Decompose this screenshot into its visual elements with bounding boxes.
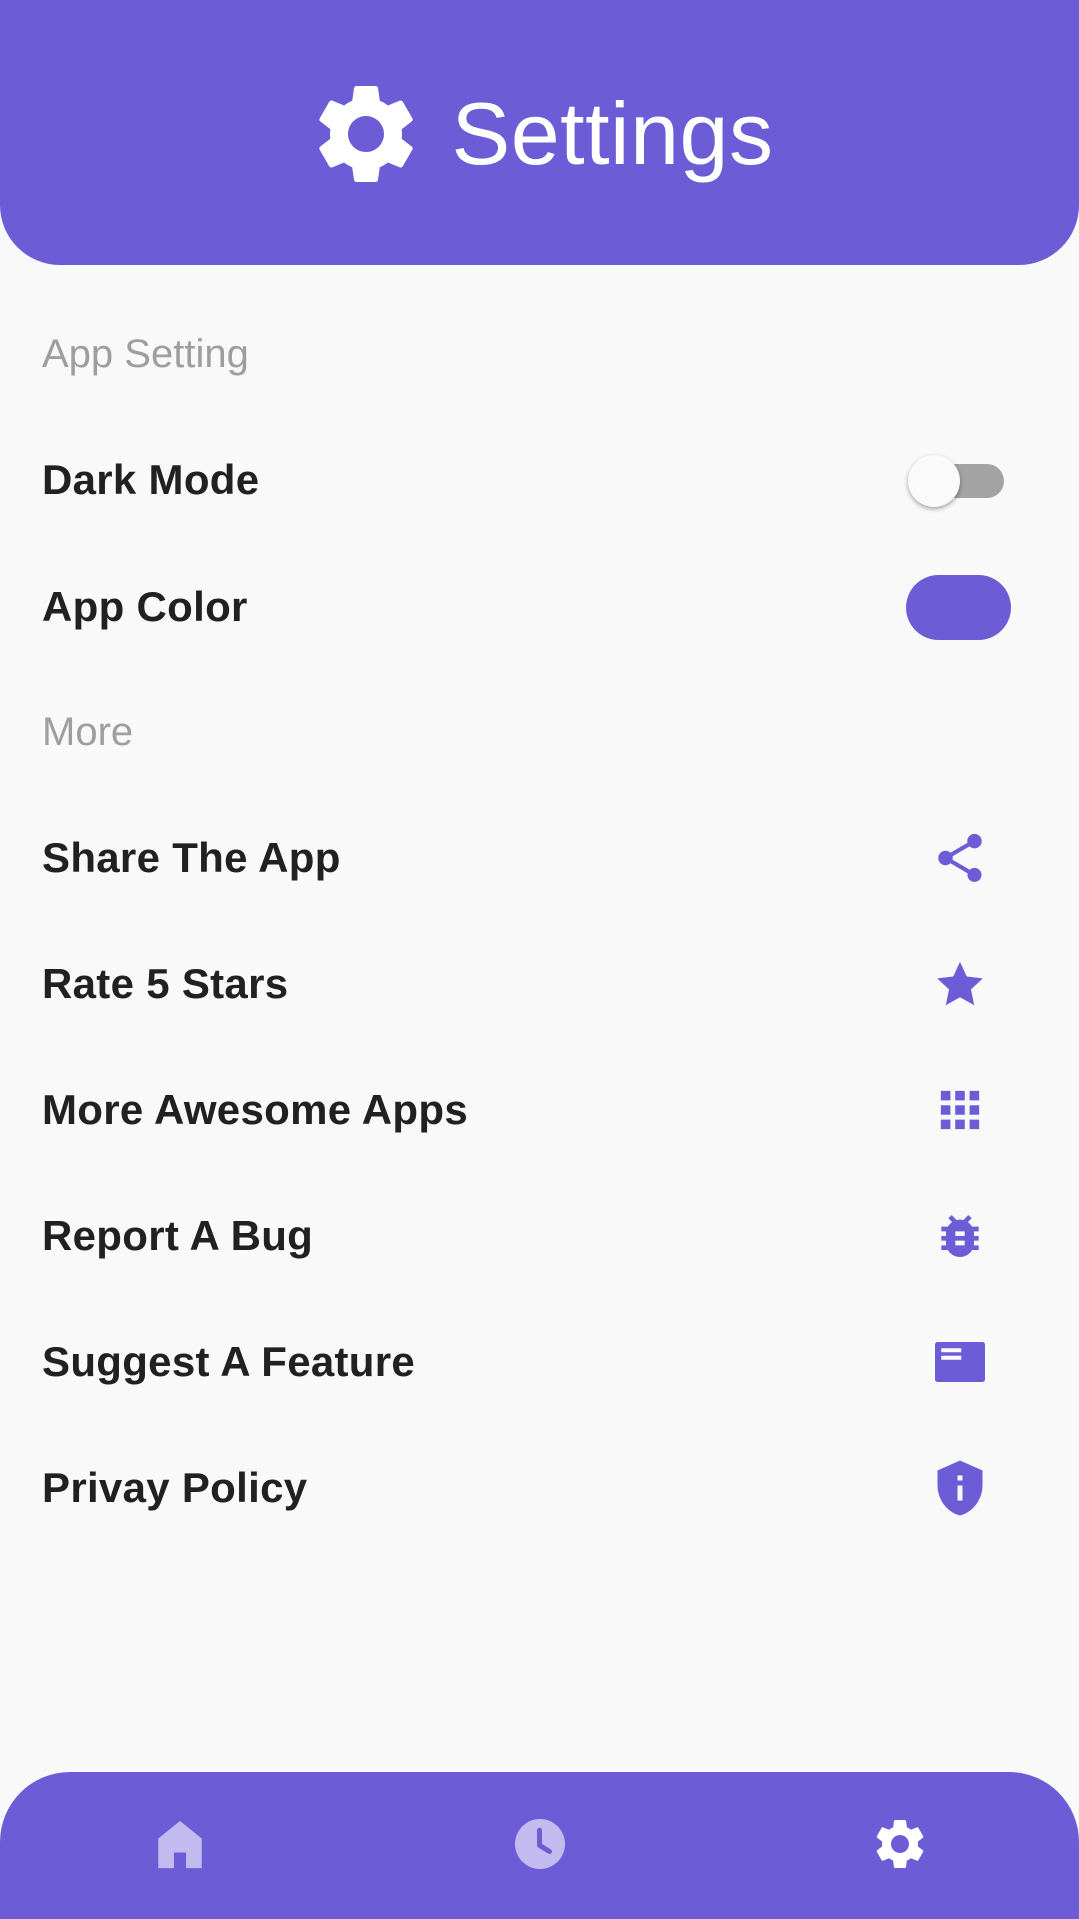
app-color-swatch[interactable] bbox=[906, 575, 1011, 640]
nav-history-button[interactable] bbox=[508, 1812, 572, 1876]
nav-home-button[interactable] bbox=[148, 1812, 212, 1876]
suggest-feature-label: Suggest A Feature bbox=[42, 1338, 416, 1385]
gear-icon bbox=[876, 1820, 924, 1868]
privacy-shield-icon bbox=[930, 1458, 990, 1518]
share-app-row[interactable]: Share The App bbox=[0, 803, 1079, 913]
privacy-policy-label: Privay Policy bbox=[42, 1464, 308, 1511]
feature-card-icon bbox=[930, 1332, 990, 1392]
privacy-policy-row[interactable]: Privay Policy bbox=[0, 1433, 1079, 1543]
suggest-feature-row[interactable]: Suggest A Feature bbox=[0, 1307, 1079, 1417]
nav-settings-button[interactable] bbox=[868, 1812, 932, 1876]
clock-icon bbox=[515, 1819, 565, 1869]
dark-mode-toggle[interactable] bbox=[908, 455, 1004, 507]
more-apps-row[interactable]: More Awesome Apps bbox=[0, 1055, 1079, 1165]
page-title: Settings bbox=[451, 83, 774, 183]
app-color-row[interactable]: App Color bbox=[0, 552, 1079, 662]
bug-icon bbox=[930, 1206, 990, 1266]
rate-stars-label: Rate 5 Stars bbox=[42, 960, 289, 1007]
toggle-thumb bbox=[908, 455, 960, 507]
header-content: Settings bbox=[306, 74, 774, 194]
header-bar: Settings bbox=[0, 0, 1079, 265]
share-icon bbox=[930, 828, 990, 888]
star-icon bbox=[930, 954, 990, 1014]
report-bug-row[interactable]: Report A Bug bbox=[0, 1181, 1079, 1291]
report-bug-label: Report A Bug bbox=[42, 1212, 314, 1259]
dark-mode-row[interactable]: Dark Mode bbox=[0, 425, 1079, 535]
home-icon bbox=[158, 1821, 202, 1869]
more-apps-label: More Awesome Apps bbox=[42, 1086, 468, 1133]
gear-icon bbox=[318, 85, 413, 182]
app-color-label: App Color bbox=[42, 583, 248, 630]
section-label-app-setting: App Setting bbox=[42, 332, 249, 376]
apps-grid-icon bbox=[930, 1080, 990, 1140]
dark-mode-label: Dark Mode bbox=[42, 456, 260, 503]
rate-stars-row[interactable]: Rate 5 Stars bbox=[0, 929, 1079, 1039]
share-app-label: Share The App bbox=[42, 834, 341, 881]
section-label-more: More bbox=[42, 710, 134, 754]
bottom-navigation bbox=[0, 1772, 1079, 1919]
